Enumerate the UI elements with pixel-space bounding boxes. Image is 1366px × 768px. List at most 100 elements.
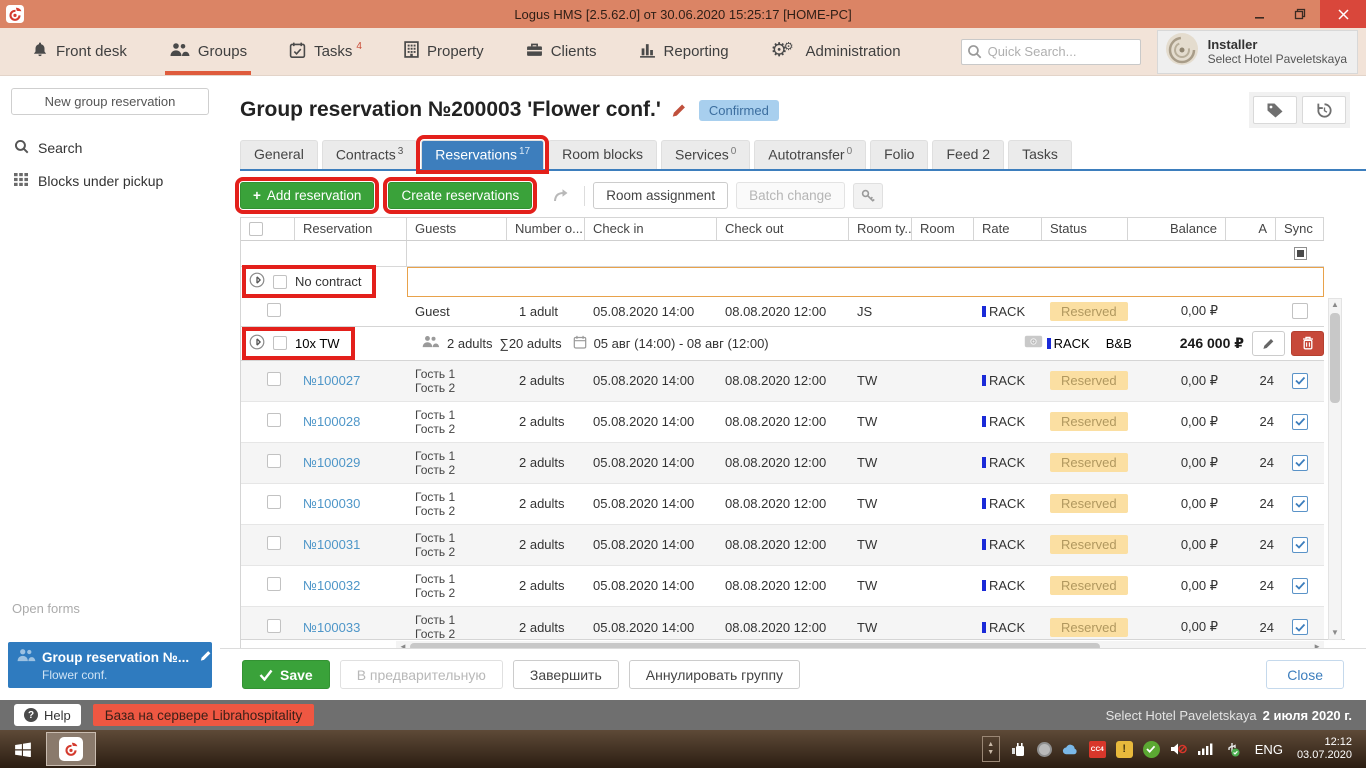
nav-reporting[interactable]: Reporting (635, 28, 733, 75)
user-panel[interactable]: Installer Select Hotel Paveletskaya (1157, 30, 1358, 74)
tab-reservations[interactable]: Reservations17 (421, 140, 544, 169)
sync-filter-cell[interactable] (1276, 241, 1324, 266)
tray-cloud-icon[interactable] (1062, 741, 1079, 758)
batch-change-button[interactable]: Batch change (736, 182, 845, 209)
tab-services[interactable]: Services0 (661, 140, 750, 169)
tray-expand-arrows[interactable]: ▲▼ (982, 736, 1000, 762)
sync-checkbox[interactable] (1292, 578, 1308, 594)
tray-power-icon[interactable] (1010, 741, 1027, 758)
minimize-button[interactable] (1240, 0, 1280, 28)
reservation-link[interactable]: №100032 (303, 578, 360, 593)
reservation-link[interactable]: №100030 (303, 496, 360, 511)
vertical-scrollbar[interactable]: ▲ ▼ (1328, 298, 1342, 640)
nav-administration[interactable]: ⚙⚙ Administration (767, 28, 905, 75)
selected-row-zone[interactable] (407, 267, 1324, 297)
nav-tasks[interactable]: Tasks4 (285, 28, 366, 75)
col-rate[interactable]: Rate (974, 218, 1042, 240)
sync-checkbox[interactable] (1292, 414, 1308, 430)
open-form-card[interactable]: Group reservation №... Flower conf. (8, 642, 212, 688)
col-sync[interactable]: Sync (1276, 218, 1324, 240)
annul-group-button[interactable]: Аннулировать группу (629, 660, 800, 689)
edit-group-button[interactable] (1252, 331, 1285, 356)
delete-group-button[interactable] (1291, 331, 1324, 356)
tray-warning-icon[interactable]: ! (1116, 741, 1133, 758)
reservation-row[interactable]: №100030 Гость 1Гость 2 2 adults 05.08.20… (241, 484, 1324, 525)
collapse-group-icon[interactable] (249, 334, 265, 353)
col-reservation[interactable]: Reservation (295, 218, 407, 240)
sync-checkbox[interactable] (1292, 619, 1308, 635)
sync-checkbox[interactable] (1292, 496, 1308, 512)
row-checkbox[interactable] (267, 454, 281, 468)
nav-clients[interactable]: Clients (522, 28, 601, 75)
group-row-10x-tw[interactable]: 10x TW 2 adults ∑20 adults 05 авг (14:00… (241, 327, 1324, 361)
row-checkbox[interactable] (267, 495, 281, 509)
tab-room-blocks[interactable]: Room blocks (548, 140, 657, 169)
tab-tasks[interactable]: Tasks (1008, 140, 1072, 169)
new-group-reservation-button[interactable]: New group reservation (11, 88, 209, 115)
row-checkbox[interactable] (267, 577, 281, 591)
col-status[interactable]: Status (1042, 218, 1128, 240)
tray-volume-muted-icon[interactable] (1170, 741, 1187, 758)
edit-title-pencil-icon[interactable] (671, 102, 687, 123)
sidebar-item-blocks-under-pickup[interactable]: Blocks under pickup (0, 165, 220, 197)
group-row-no-contract[interactable]: No contract (241, 267, 1324, 297)
row-checkbox[interactable] (267, 413, 281, 427)
col-check-out[interactable]: Check out (717, 218, 849, 240)
close-window-button[interactable] (1320, 0, 1366, 28)
tab-feed[interactable]: Feed 2 (932, 140, 1004, 169)
col-guests[interactable]: Guests (407, 218, 507, 240)
guest-reservation-row[interactable]: Guest 1 adult 05.08.2020 14:00 08.08.202… (241, 297, 1324, 327)
start-button[interactable] (0, 730, 46, 768)
close-button[interactable]: Close (1266, 660, 1344, 689)
room-assignment-button[interactable]: Room assignment (593, 182, 728, 209)
filter-reservation[interactable] (295, 241, 407, 266)
row-checkbox[interactable] (267, 303, 281, 317)
tab-contracts[interactable]: Contracts3 (322, 140, 417, 169)
reservation-link[interactable]: №100028 (303, 414, 360, 429)
tray-cc4-icon[interactable]: CC4 (1089, 741, 1106, 758)
col-balance[interactable]: Balance (1128, 218, 1226, 240)
reservation-link[interactable]: №100033 (303, 620, 360, 635)
nav-front-desk[interactable]: Front desk (28, 28, 131, 75)
tab-folio[interactable]: Folio (870, 140, 928, 169)
reservation-link[interactable]: №100031 (303, 537, 360, 552)
col-amount[interactable]: A (1226, 218, 1276, 240)
reservation-row[interactable]: №100027 Гость 1Гость 2 2 adults 05.08.20… (241, 361, 1324, 402)
scroll-down-arrow[interactable]: ▼ (1331, 627, 1339, 639)
tray-antivirus-icon[interactable] (1143, 741, 1160, 758)
to-preliminary-button[interactable]: В предварительную (340, 660, 503, 689)
tray-usb-icon[interactable] (1224, 741, 1241, 758)
row-checkbox[interactable] (267, 536, 281, 550)
group-checkbox[interactable] (273, 336, 287, 350)
taskbar-app-logus[interactable] (46, 732, 96, 766)
nav-property[interactable]: Property (400, 28, 488, 75)
col-room-type[interactable]: Room ty... (849, 218, 912, 240)
reservation-row[interactable]: №100033 Гость 1Гость 2 2 adults 05.08.20… (241, 607, 1324, 640)
tab-autotransfer[interactable]: Autotransfer0 (754, 140, 866, 169)
reservation-link[interactable]: №100029 (303, 455, 360, 470)
col-check-in[interactable]: Check in (585, 218, 717, 240)
sync-filter-checkbox[interactable] (1294, 247, 1307, 260)
reservation-row[interactable]: №100029 Гость 1Гость 2 2 adults 05.08.20… (241, 443, 1324, 484)
reservation-link[interactable]: №100027 (303, 373, 360, 388)
language-indicator[interactable]: ENG (1255, 742, 1283, 757)
quick-search-input[interactable] (961, 39, 1141, 65)
tray-device-icon[interactable] (1037, 742, 1052, 757)
row-checkbox[interactable] (267, 619, 281, 633)
finish-button[interactable]: Завершить (513, 660, 619, 689)
key-button[interactable] (853, 183, 883, 209)
row-checkbox[interactable] (267, 372, 281, 386)
tab-general[interactable]: General (240, 140, 318, 169)
reservation-row[interactable]: №100031 Гость 1Гость 2 2 adults 05.08.20… (241, 525, 1324, 566)
sync-checkbox[interactable] (1292, 373, 1308, 389)
taskbar-clock[interactable]: 12:1203.07.2020 (1297, 736, 1352, 762)
restore-button[interactable] (1280, 0, 1320, 28)
scroll-up-arrow[interactable]: ▲ (1331, 299, 1339, 311)
sync-checkbox[interactable] (1292, 537, 1308, 553)
sync-cell[interactable] (1276, 303, 1324, 319)
help-button[interactable]: ?Help (14, 704, 81, 726)
collapse-group-icon[interactable] (249, 272, 265, 291)
group-checkbox[interactable] (273, 275, 287, 289)
nav-groups[interactable]: Groups (165, 28, 251, 75)
history-button[interactable] (1302, 96, 1346, 124)
